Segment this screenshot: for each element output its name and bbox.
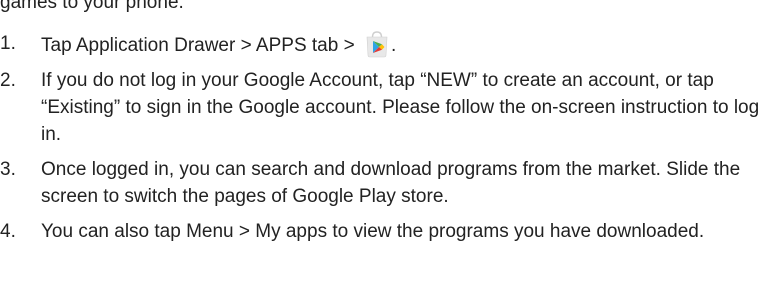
- intro-fragment: games to your phone.: [0, 0, 184, 13]
- step-number: 4.: [0, 221, 16, 242]
- step-number: 3.: [0, 159, 16, 180]
- instruction-list: 1. Tap Application Drawer > APPS tab > .…: [0, 30, 765, 253]
- step-text: You can also tap Menu > My apps to view …: [41, 221, 705, 242]
- step-text: Once logged in, you can search and downl…: [41, 159, 741, 207]
- instruction-step: 1. Tap Application Drawer > APPS tab > .: [0, 30, 765, 59]
- play-store-icon: [363, 30, 391, 58]
- step-text: If you do not log in your Google Account…: [41, 70, 760, 145]
- step-text-before-icon: Tap Application Drawer > APPS tab >: [41, 35, 360, 56]
- step-text: Tap Application Drawer > APPS tab > .: [41, 30, 765, 59]
- step-number: 1.: [0, 33, 16, 54]
- instruction-step: 4. You can also tap Menu > My apps to vi…: [0, 218, 765, 245]
- manual-page: games to your phone. 1. Tap Application …: [0, 0, 765, 284]
- instruction-step: 3. Once logged in, you can search and do…: [0, 156, 765, 210]
- instruction-step: 2. If you do not log in your Google Acco…: [0, 67, 765, 148]
- step-number: 2.: [0, 70, 16, 91]
- step-text-after-icon: .: [390, 35, 397, 56]
